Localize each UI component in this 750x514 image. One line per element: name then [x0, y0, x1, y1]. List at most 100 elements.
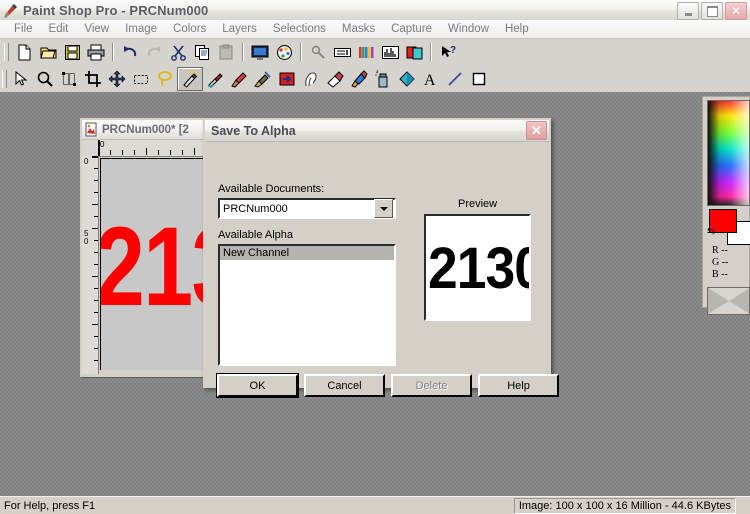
menu-item-capture[interactable]: Capture — [383, 21, 440, 37]
redo-icon[interactable] — [142, 41, 166, 63]
selection-tool-icon[interactable] — [129, 68, 153, 90]
airbrush-tool-icon[interactable] — [371, 68, 395, 90]
ruler-v-label-5: 5 — [84, 229, 89, 238]
open-folder-icon[interactable] — [36, 41, 60, 63]
cancel-button-label: Cancel — [327, 379, 362, 392]
available-documents-label: Available Documents: — [218, 183, 325, 195]
flood-fill-icon[interactable] — [395, 68, 419, 90]
menu-bar: File Edit View Image Colors Layers Selec… — [0, 20, 750, 39]
minimize-button[interactable] — [677, 2, 699, 20]
dialog-title-bar[interactable]: Save To Alpha ✕ — [205, 120, 549, 142]
preview-label: Preview — [458, 198, 498, 210]
status-help-text: For Help, press F1 — [4, 499, 96, 512]
dropper-tool-icon[interactable] — [203, 68, 227, 90]
magic-wand-icon[interactable] — [177, 66, 203, 91]
deformation-tool-icon[interactable] — [57, 68, 81, 90]
ok-button[interactable]: OK — [217, 374, 298, 397]
menu-item-image[interactable]: Image — [117, 21, 165, 37]
line-tool-icon[interactable] — [443, 68, 467, 90]
list-item[interactable]: New Channel — [220, 246, 394, 260]
maximize-button[interactable] — [701, 2, 723, 20]
available-alpha-listbox[interactable]: New Channel — [218, 244, 396, 366]
dialog-title: Save To Alpha — [211, 123, 296, 138]
toolbar-grip[interactable] — [4, 43, 9, 61]
color-gradient-picker[interactable] — [707, 100, 750, 206]
menu-item-help[interactable]: Help — [497, 21, 537, 37]
shape-tool-icon[interactable] — [467, 68, 491, 90]
arrow-tool-icon[interactable] — [9, 68, 33, 90]
save-to-alpha-dialog: Save To Alpha ✕ Available Documents: PRC… — [203, 118, 559, 397]
help-button[interactable]: Help — [478, 374, 559, 397]
paint-shop-pro-window: Paint Shop Pro - PRCNum000 ✕ File Edit V… — [0, 0, 750, 514]
save-disk-icon[interactable] — [60, 41, 84, 63]
svg-text:?: ? — [450, 45, 456, 56]
image-document-icon — [84, 122, 99, 137]
recent-colors-strip[interactable] — [707, 287, 750, 315]
undo-icon[interactable] — [118, 41, 142, 63]
mover-tool-icon[interactable] — [105, 68, 129, 90]
zoom-tool-icon[interactable] — [33, 68, 57, 90]
toolbar-separator — [242, 43, 244, 61]
text-tool-icon[interactable]: A — [419, 68, 443, 90]
histogram-icon[interactable] — [378, 41, 402, 63]
cancel-button[interactable]: Cancel — [304, 374, 385, 397]
maximize-icon — [706, 5, 718, 17]
layer-palette-icon[interactable] — [330, 41, 354, 63]
browser-icon[interactable] — [402, 41, 426, 63]
paint-brush-icon[interactable] — [227, 68, 251, 90]
clone-brush-icon[interactable] — [251, 68, 275, 90]
color-palette-icon[interactable] — [272, 41, 296, 63]
svg-text:A: A — [424, 72, 436, 88]
print-icon[interactable] — [84, 41, 108, 63]
rgb-r-value: R -- — [712, 245, 728, 256]
menu-item-masks[interactable]: Masks — [334, 21, 383, 37]
swap-colors-icon[interactable]: ⇆ — [707, 226, 715, 237]
tool-palette-grip[interactable] — [2, 69, 7, 88]
status-image-info: Image: 100 x 100 x 16 Million - 44.6 KBy… — [513, 497, 736, 514]
menu-item-selections[interactable]: Selections — [265, 21, 334, 37]
cut-scissors-icon[interactable] — [166, 41, 190, 63]
close-button[interactable]: ✕ — [725, 2, 747, 20]
tool-options-icon[interactable] — [306, 41, 330, 63]
freehand-lasso-icon[interactable] — [153, 68, 177, 90]
dialog-body: Available Documents: PRCNum000 Available… — [205, 142, 559, 397]
delete-button-label: Delete — [415, 379, 448, 392]
toolbar-separator — [112, 43, 114, 61]
rgb-g-value: G -- — [712, 257, 729, 268]
full-screen-preview-icon[interactable] — [248, 41, 272, 63]
paste-icon[interactable] — [214, 41, 238, 63]
ruler-h-label-0: 0 — [100, 140, 105, 149]
ruler-v-label-0: 0 — [84, 157, 89, 166]
dialog-close-button[interactable]: ✕ — [526, 121, 547, 140]
copy-icon[interactable] — [190, 41, 214, 63]
menu-item-colors[interactable]: Colors — [165, 21, 214, 37]
preview-box: 2130 — [424, 214, 531, 321]
tool-palette: A — [0, 65, 750, 93]
ok-button-label: OK — [249, 379, 266, 392]
eraser-tool-icon[interactable] — [323, 68, 347, 90]
minimize-icon — [684, 12, 692, 16]
retouch-tool-icon[interactable] — [299, 68, 323, 90]
new-icon[interactable] — [12, 41, 36, 63]
rgb-b-value: B -- — [712, 269, 728, 280]
menu-item-edit[interactable]: Edit — [41, 21, 77, 37]
menu-item-window[interactable]: Window — [440, 21, 497, 37]
picture-tube-icon[interactable] — [347, 68, 371, 90]
color-channels-icon[interactable] — [354, 41, 378, 63]
image-window-title: PRCNum000* [2 — [102, 123, 189, 136]
menu-item-view[interactable]: View — [76, 21, 117, 37]
chevron-down-icon[interactable] — [374, 199, 393, 218]
ruler-corner — [82, 140, 99, 157]
window-controls: ✕ — [677, 2, 747, 20]
delete-button: Delete — [391, 374, 472, 397]
available-alpha-label: Available Alpha — [218, 229, 294, 241]
color-replacer-icon[interactable] — [275, 68, 299, 90]
available-documents-combobox[interactable]: PRCNum000 — [218, 198, 396, 219]
context-help-icon[interactable]: ? — [436, 41, 460, 63]
preview-number-text: 2130 — [428, 236, 529, 301]
menu-item-layers[interactable]: Layers — [214, 21, 265, 37]
menu-item-file[interactable]: File — [6, 21, 41, 37]
color-palette-panel: ⇆ R -- G -- B -- — [702, 96, 750, 315]
crop-tool-icon[interactable] — [81, 68, 105, 90]
toolbar-separator — [300, 43, 302, 61]
